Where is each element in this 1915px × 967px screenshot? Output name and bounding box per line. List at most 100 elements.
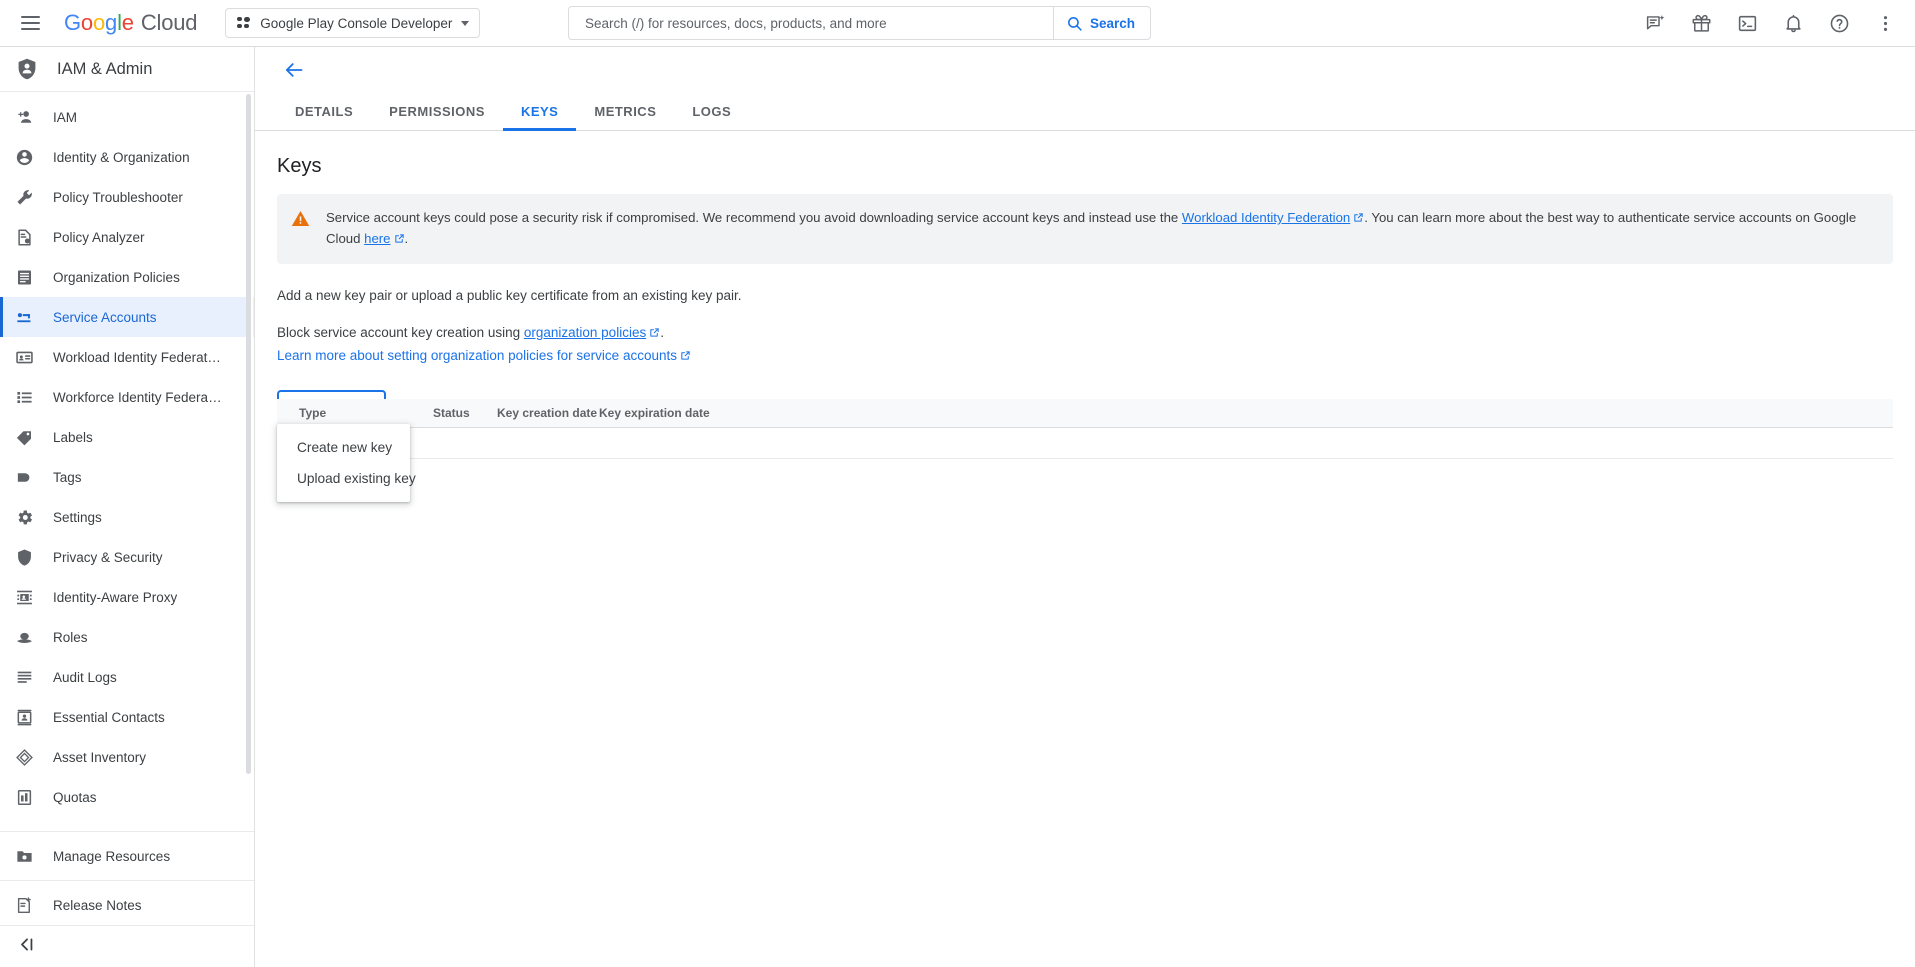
policy-block: Block service account key creation using… — [277, 322, 1893, 368]
sidebar-item-label: Tags — [53, 470, 82, 485]
list-icon — [14, 387, 35, 408]
folder-settings-icon — [14, 846, 35, 867]
wrench-icon — [14, 187, 35, 208]
sidebar-divider — [0, 831, 254, 832]
sidebar-item-label: Policy Troubleshooter — [53, 190, 183, 205]
notifications-bell-icon[interactable] — [1775, 6, 1811, 42]
sidebar-item-roles[interactable]: Roles — [0, 617, 254, 657]
policy-line-1: Block service account key creation using… — [277, 322, 1893, 345]
account-circle-icon — [14, 147, 35, 168]
sidebar-item-iam[interactable]: IAM — [0, 97, 254, 137]
sidebar-item-workforce-identity-federation[interactable]: Workforce Identity Federa… — [0, 377, 254, 417]
warning-text: Service account keys could pose a securi… — [326, 208, 1877, 250]
search-input[interactable] — [583, 15, 1039, 32]
security-warning-banner: Service account keys could pose a securi… — [277, 194, 1893, 264]
tab-keys[interactable]: KEYS — [503, 93, 576, 130]
external-link-icon — [394, 230, 405, 250]
search-area: Search — [568, 6, 1151, 40]
sidebar-item-policy-troubleshooter[interactable]: Policy Troubleshooter — [0, 177, 254, 217]
sidebar-header: IAM & Admin — [0, 47, 254, 92]
sidebar-item-organization-policies[interactable]: Organization Policies — [0, 257, 254, 297]
label-tag-icon — [14, 427, 35, 448]
here-link[interactable]: here — [364, 231, 390, 246]
sidebar-item-workload-identity-federation[interactable]: Workload Identity Federat… — [0, 337, 254, 377]
sidebar-item-label: Organization Policies — [53, 270, 180, 285]
menu-item-upload-existing-key[interactable]: Upload existing key — [277, 463, 410, 494]
sidebar-item-tags[interactable]: Tags — [0, 457, 254, 497]
collapse-panel-button[interactable] — [0, 925, 254, 967]
warning-text-part1: Service account keys could pose a securi… — [326, 210, 1182, 225]
external-link-icon — [1353, 209, 1364, 229]
arrow-back-icon[interactable] — [277, 53, 311, 87]
sidebar-item-label: Settings — [53, 510, 102, 525]
add-key-menu: Create new key Upload existing key — [277, 424, 410, 502]
column-header-key-expiration-date[interactable]: Key expiration date — [599, 406, 725, 420]
menu-item-create-new-key[interactable]: Create new key — [277, 432, 410, 463]
sidebar-item-policy-analyzer[interactable]: Policy Analyzer — [0, 217, 254, 257]
sidebar-item-labels[interactable]: Labels — [0, 417, 254, 457]
column-header-status[interactable]: Status — [433, 406, 497, 420]
sidebar-item-essential-contacts[interactable]: Essential Contacts — [0, 697, 254, 737]
policy-text-part2: . — [660, 325, 664, 340]
sidebar-item-identity-organization[interactable]: Identity & Organization — [0, 137, 254, 177]
search-button[interactable]: Search — [1053, 6, 1151, 40]
sidebar-scrollbar-thumb[interactable] — [246, 94, 251, 774]
sidebar-item-identity-aware-proxy[interactable]: Identity-Aware Proxy — [0, 577, 254, 617]
google-cloud-logo[interactable]: GoogleCloud — [64, 10, 197, 36]
search-button-label: Search — [1090, 16, 1135, 31]
sidebar-scrollbar-track[interactable] — [246, 92, 253, 827]
person-add-icon — [14, 107, 35, 128]
top-app-bar: GoogleCloud Google Play Console Develope… — [0, 0, 1915, 47]
gear-icon — [14, 507, 35, 528]
cloud-wordmark: Cloud — [141, 10, 197, 35]
sidebar-item-label: Roles — [53, 630, 88, 645]
tag-icon — [14, 467, 35, 488]
top-bar-icons — [1637, 0, 1903, 47]
sidebar-item-release-notes[interactable]: Release Notes — [0, 885, 254, 925]
page-title: Keys — [277, 155, 1893, 178]
warning-text-part3: . — [405, 231, 409, 246]
gemini-chat-icon[interactable] — [1637, 6, 1673, 42]
more-vertical-icon[interactable] — [1867, 6, 1903, 42]
column-header-key-creation-date[interactable]: Key creation date — [497, 406, 599, 420]
sidebar: IAM & Admin IAM Identity & Organization — [0, 47, 255, 967]
roles-icon — [14, 627, 35, 648]
external-link-icon — [680, 346, 691, 368]
sidebar-item-label: Essential Contacts — [53, 710, 165, 725]
sidebar-item-settings[interactable]: Settings — [0, 497, 254, 537]
help-circle-icon[interactable] — [1821, 6, 1857, 42]
chevron-down-icon — [461, 21, 469, 26]
sidebar-item-privacy-security[interactable]: Privacy & Security — [0, 537, 254, 577]
main-content: DETAILS PERMISSIONS KEYS METRICS LOGS Ke… — [255, 47, 1915, 967]
service-account-icon — [14, 307, 35, 328]
quotas-icon — [14, 787, 35, 808]
audit-logs-icon — [14, 667, 35, 688]
keys-panel: Keys Service account keys could pose a s… — [255, 131, 1915, 424]
column-header-type[interactable]: Type — [277, 406, 433, 420]
tab-permissions[interactable]: PERMISSIONS — [371, 93, 503, 130]
gift-icon[interactable] — [1683, 6, 1719, 42]
sidebar-item-label: Privacy & Security — [53, 550, 163, 565]
sidebar-item-label: Policy Analyzer — [53, 230, 145, 245]
sidebar-item-audit-logs[interactable]: Audit Logs — [0, 657, 254, 697]
workload-identity-federation-link[interactable]: Workload Identity Federation — [1182, 210, 1350, 225]
shield-icon — [14, 547, 35, 568]
organization-policies-link[interactable]: organization policies — [524, 325, 646, 340]
sidebar-item-label: Quotas — [53, 790, 97, 805]
project-selector[interactable]: Google Play Console Developer — [225, 8, 480, 38]
tab-logs[interactable]: LOGS — [674, 93, 749, 130]
hamburger-icon[interactable] — [6, 0, 54, 47]
document-search-icon — [14, 227, 35, 248]
sidebar-item-label: Release Notes — [53, 898, 142, 913]
sidebar-item-quotas[interactable]: Quotas — [0, 777, 254, 817]
sidebar-item-manage-resources[interactable]: Manage Resources — [0, 836, 254, 876]
sidebar-item-asset-inventory[interactable]: Asset Inventory — [0, 737, 254, 777]
release-notes-icon — [14, 895, 35, 916]
cloud-shell-icon[interactable] — [1729, 6, 1765, 42]
tab-metrics[interactable]: METRICS — [576, 93, 674, 130]
sidebar-item-label: IAM — [53, 110, 77, 125]
learn-more-org-policies-link[interactable]: Learn more about setting organization po… — [277, 348, 677, 363]
search-input-wrapper[interactable] — [568, 6, 1053, 40]
sidebar-item-service-accounts[interactable]: Service Accounts — [0, 297, 254, 337]
tab-details[interactable]: DETAILS — [277, 93, 371, 130]
